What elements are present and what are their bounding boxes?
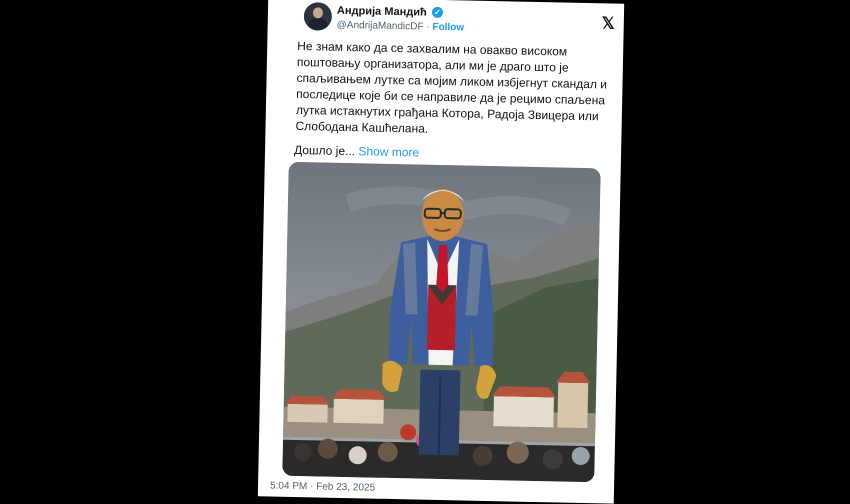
carnival-effigy-photo: [282, 162, 601, 482]
show-more-link[interactable]: Show more: [358, 144, 419, 159]
author-name[interactable]: Андрија Мандић: [337, 5, 427, 19]
author-handle[interactable]: @AndrijaMandicDF: [337, 20, 424, 33]
tweet-timestamp[interactable]: 5:04 PM · Feb 23, 2025: [270, 480, 375, 493]
x-logo-icon[interactable]: 𝕏: [602, 16, 615, 32]
tweet-card[interactable]: Андрија Мандић ✓ @AndrijaMandicDF · Foll…: [258, 0, 624, 504]
truncated-line: Дошло је... Show more: [294, 143, 419, 160]
tweet-photo[interactable]: [282, 162, 601, 482]
follow-button[interactable]: Follow: [432, 22, 464, 34]
author-avatar[interactable]: [304, 2, 333, 31]
author-handle-row: @AndrijaMandicDF · Follow: [337, 20, 465, 34]
verified-badge-icon: ✓: [432, 7, 443, 18]
separator-dot: ·: [426, 22, 430, 33]
author-name-row[interactable]: Андрија Мандић ✓: [337, 5, 443, 19]
truncated-text: Дошло је...: [294, 143, 355, 158]
tweet-body: Не знам како да се захвалим на овакво ви…: [295, 38, 615, 141]
